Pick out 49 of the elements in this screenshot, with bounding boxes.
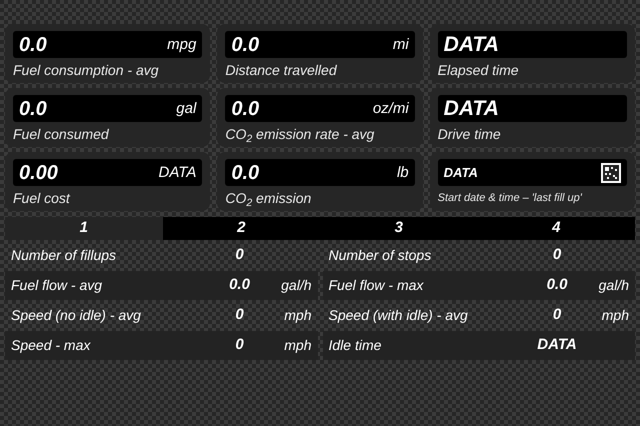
stat-label: Speed - max xyxy=(11,336,92,355)
stat-label: Idle time xyxy=(328,336,382,355)
card-label: Start date & time – 'last fill up' xyxy=(438,191,584,206)
page-tab[interactable]: 3 xyxy=(320,217,478,240)
unit-text: mph xyxy=(600,306,629,325)
stat-value: 0 xyxy=(234,245,245,266)
unit-text: gal/h xyxy=(598,276,629,295)
value-text: 0.00 xyxy=(19,162,58,182)
value-text: 0.0 xyxy=(19,34,47,54)
unit-text: mph xyxy=(283,306,312,325)
value-text: 0.0 xyxy=(231,34,260,54)
stat-value: 0 xyxy=(552,305,562,326)
card-label: Distance travelled xyxy=(225,61,338,80)
stat-label: Fuel flow - avg xyxy=(11,276,104,295)
value-text: DATA xyxy=(444,164,478,182)
page-tab[interactable]: 2 xyxy=(162,217,320,240)
unit-text: oz/mi xyxy=(372,101,409,116)
stat-label: Speed (with idle) - avg xyxy=(328,306,469,325)
unit-text: DATA xyxy=(158,165,196,180)
page-tab[interactable]: 1 xyxy=(5,217,162,240)
stat-label: Number of fillups xyxy=(11,246,118,265)
card-label: Fuel consumption - avg xyxy=(13,61,160,80)
unit-text: gal/h xyxy=(280,276,312,295)
value-text: 0.0 xyxy=(231,162,260,182)
stat-value: 0 xyxy=(234,335,245,356)
stat-value: 0 xyxy=(552,245,562,266)
stat-value: 0.0 xyxy=(228,275,251,296)
value-text: 0.0 xyxy=(231,98,260,118)
value-text: 0.0 xyxy=(19,98,47,118)
stat-value: 0 xyxy=(234,305,245,326)
unit-text: mph xyxy=(283,336,312,355)
card-label: Elapsed time xyxy=(438,61,520,80)
stat-label: Fuel flow - max xyxy=(328,276,425,295)
card-label: Fuel consumed xyxy=(13,125,110,144)
unit-text: gal xyxy=(176,101,196,116)
card-label: CO$_{2}$ emission xyxy=(225,189,312,209)
unit-text: lb xyxy=(396,165,409,180)
card-label: Drive time xyxy=(438,125,502,144)
unit-text: mpg xyxy=(167,37,196,52)
value-text: DATA xyxy=(444,34,499,55)
value-text: DATA xyxy=(444,98,499,119)
stat-value: 0.0 xyxy=(546,275,568,296)
page-tab[interactable]: 4 xyxy=(478,217,635,240)
stat-value: DATA xyxy=(536,335,578,356)
stat-label: Number of stops xyxy=(328,246,432,265)
card-label: CO$_{2}$ emission rate - avg xyxy=(225,125,376,145)
card-label: Fuel cost xyxy=(13,189,72,208)
stat-label: Speed (no idle) - avg xyxy=(11,306,142,325)
unit-text: mi xyxy=(392,37,409,52)
